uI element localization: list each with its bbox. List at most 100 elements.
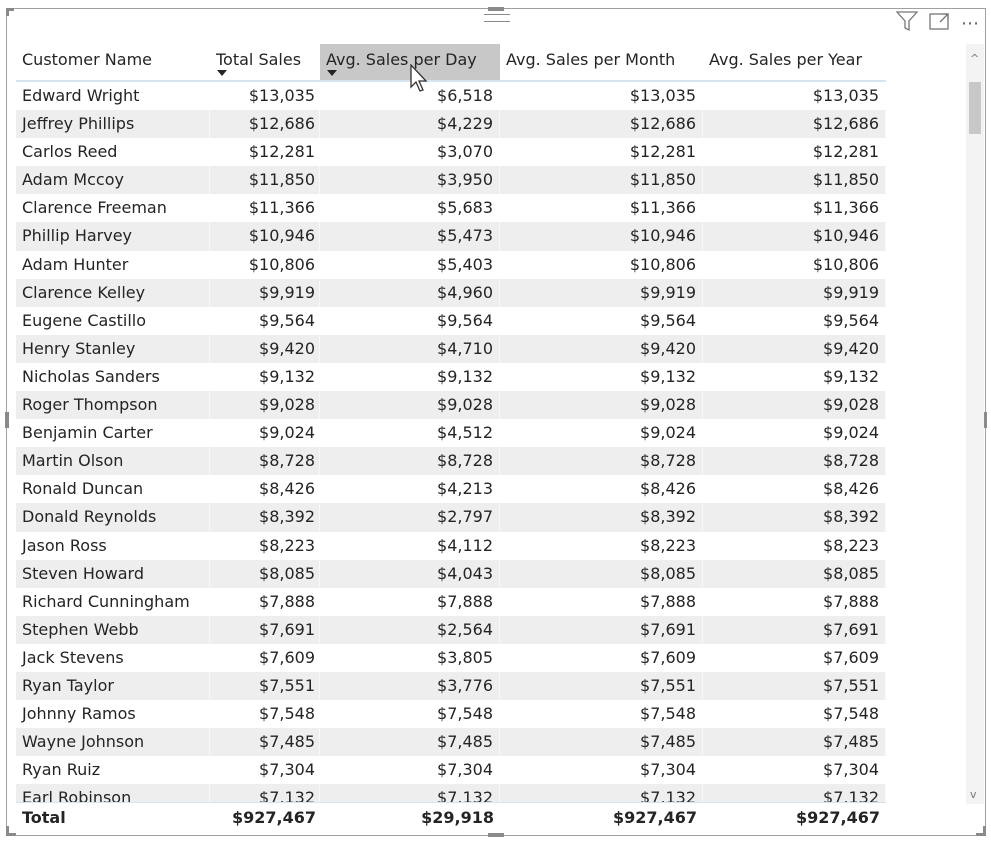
table-row[interactable]: Eugene Castillo $9,564 $9,564 $9,564 $9,564 [16,306,886,335]
total-cell: $927,467 [612,808,697,827]
customer-name-cell: Earl Robinson [16,784,210,802]
focus-mode-icon[interactable] [929,11,951,37]
table-row[interactable]: Donald Reynolds $8,392 $2,797 $8,392 $8,392 [16,503,886,532]
value-cell: $8,728 [210,447,320,476]
value-cell: $8,223 [210,531,320,560]
value-cell: $7,548 [703,700,886,729]
customer-name-cell: Donald Reynolds [16,503,210,532]
table-row[interactable]: Wayne Johnson $7,485 $7,485 $7,485 $7,485 [16,728,886,757]
value-cell: $7,609 [210,643,320,672]
value-cell: $13,035 [210,82,320,111]
header-label: Avg. Sales per Month [506,50,676,69]
value-cell: $8,426 [703,475,886,504]
scroll-down-icon[interactable]: v [970,788,977,801]
value-cell: $8,223 [500,531,703,560]
value-cell: $7,691 [210,615,320,644]
header-avg-sales-per-month[interactable]: Avg. Sales per Month [500,44,703,80]
table-row[interactable]: Stephen Webb $7,691 $2,564 $7,691 $7,691 [16,615,886,644]
value-cell: $8,426 [210,475,320,504]
customer-name-cell: Roger Thompson [16,391,210,420]
filter-icon[interactable] [895,10,919,38]
value-cell: $4,960 [320,278,500,307]
value-cell: $7,551 [500,671,703,701]
table-row[interactable]: Clarence Freeman $11,366 $5,683 $11,366 $11,… [16,194,886,223]
customer-name-cell: Ryan Ruiz [16,756,210,785]
value-cell: $9,564 [320,306,500,335]
customer-name-cell: Nicholas Sanders [16,362,210,392]
resize-handle[interactable] [6,8,9,16]
value-cell: $7,304 [500,756,703,785]
header-label: Avg. Sales per Day [326,50,477,69]
table-row[interactable]: Ryan Ruiz $7,304 $7,304 $7,304 $7,304 [16,756,886,785]
scroll-up-icon[interactable]: ^ [970,52,979,65]
table-row[interactable]: Phillip Harvey $10,946 $5,473 $10,946 $10,94… [16,222,886,251]
value-cell: $9,919 [500,278,703,307]
value-cell: $10,946 [210,222,320,251]
resize-handle[interactable] [488,7,504,11]
table-row[interactable]: Clarence Kelley $9,919 $4,960 $9,919 $9,919 [16,278,886,307]
resize-handle[interactable] [976,833,986,836]
table-row[interactable]: Steven Howard $8,085 $4,043 $8,085 $8,085 [16,559,886,588]
value-cell: $8,223 [703,531,886,560]
value-cell: $9,564 [210,306,320,335]
resize-handle[interactable] [5,412,9,428]
value-cell: $11,850 [500,166,703,195]
table-row[interactable]: Martin Olson $8,728 $8,728 $8,728 $8,728 [16,447,886,476]
value-cell: $8,392 [703,503,886,532]
customer-name-cell: Benjamin Carter [16,419,210,448]
table-row[interactable]: Ronald Duncan $8,426 $4,213 $8,426 $8,426 [16,475,886,504]
resize-handle[interactable] [488,833,504,837]
customer-name-cell: Jason Ross [16,531,210,560]
table-row[interactable]: Johnny Ramos $7,548 $7,548 $7,548 $7,548 [16,700,886,729]
value-cell: $10,806 [210,250,320,279]
value-cell: $3,950 [320,166,500,195]
value-cell: $3,070 [320,138,500,167]
value-cell: $7,888 [320,587,500,616]
customer-name-cell: Ronald Duncan [16,475,210,504]
vertical-scrollbar[interactable]: ^ v [966,44,984,804]
value-cell: $5,403 [320,250,500,279]
value-cell: $7,609 [703,643,886,672]
value-cell: $7,888 [500,587,703,616]
header-avg-sales-per-year[interactable]: Avg. Sales per Year [703,44,886,80]
header-total-sales[interactable]: Total Sales [210,44,320,80]
table-row[interactable]: Jason Ross $8,223 $4,112 $8,223 $8,223 [16,531,886,560]
total-label: Total [22,808,66,827]
customer-name-cell: Jeffrey Phillips [16,110,210,139]
data-table: Customer Name Total Sales Avg. Sales per… [16,44,886,833]
value-cell: $4,043 [320,559,500,588]
header-customer-name[interactable]: Customer Name [16,44,210,80]
value-cell: $9,028 [320,391,500,420]
customer-name-cell: Eugene Castillo [16,306,210,335]
drag-grip-icon[interactable] [484,14,510,22]
table-row[interactable]: Henry Stanley $9,420 $4,710 $9,420 $9,420 [16,334,886,363]
table-row[interactable]: Ryan Taylor $7,551 $3,776 $7,551 $7,551 [16,671,886,701]
value-cell: $7,691 [703,615,886,644]
table-row[interactable]: Richard Cunningham $7,888 $7,888 $7,888 $7,8… [16,587,886,616]
table-row[interactable]: Nicholas Sanders $9,132 $9,132 $9,132 $9,132 [16,362,886,392]
table-row[interactable]: Carlos Reed $12,281 $3,070 $12,281 $12,281 [16,138,886,167]
table-row[interactable]: Roger Thompson $9,028 $9,028 $9,028 $9,028 [16,391,886,420]
value-cell: $2,564 [320,615,500,644]
table-row[interactable]: Jeffrey Phillips $12,686 $4,229 $12,686 $12,… [16,110,886,139]
table-header: Customer Name Total Sales Avg. Sales per… [16,44,886,82]
sort-descending-icon [217,70,227,76]
table-row[interactable]: Adam Mccoy $11,850 $3,950 $11,850 $11,850 [16,166,886,195]
more-options-icon[interactable]: ⋯ [961,13,979,35]
table-row[interactable]: Jack Stevens $7,609 $3,805 $7,609 $7,609 [16,643,886,672]
value-cell: $8,728 [703,447,886,476]
value-cell: $7,551 [703,671,886,701]
scrollbar-thumb[interactable] [969,82,981,134]
header-label: Avg. Sales per Year [709,50,863,69]
resize-handle[interactable] [6,833,16,836]
value-cell: $7,548 [500,700,703,729]
value-cell: $9,132 [500,362,703,392]
table-row[interactable]: Adam Hunter $10,806 $5,403 $10,806 $10,806 [16,250,886,279]
value-cell: $7,132 [210,784,320,802]
table-row[interactable]: Earl Robinson $7,132 $7,132 $7,132 $7,132 [16,784,886,802]
table-row[interactable]: Edward Wright $13,035 $6,518 $13,035 $13,035 [16,82,886,111]
value-cell: $8,426 [500,475,703,504]
customer-name-cell: Phillip Harvey [16,222,210,251]
table-row[interactable]: Benjamin Carter $9,024 $4,512 $9,024 $9,024 [16,419,886,448]
value-cell: $9,132 [703,362,886,392]
